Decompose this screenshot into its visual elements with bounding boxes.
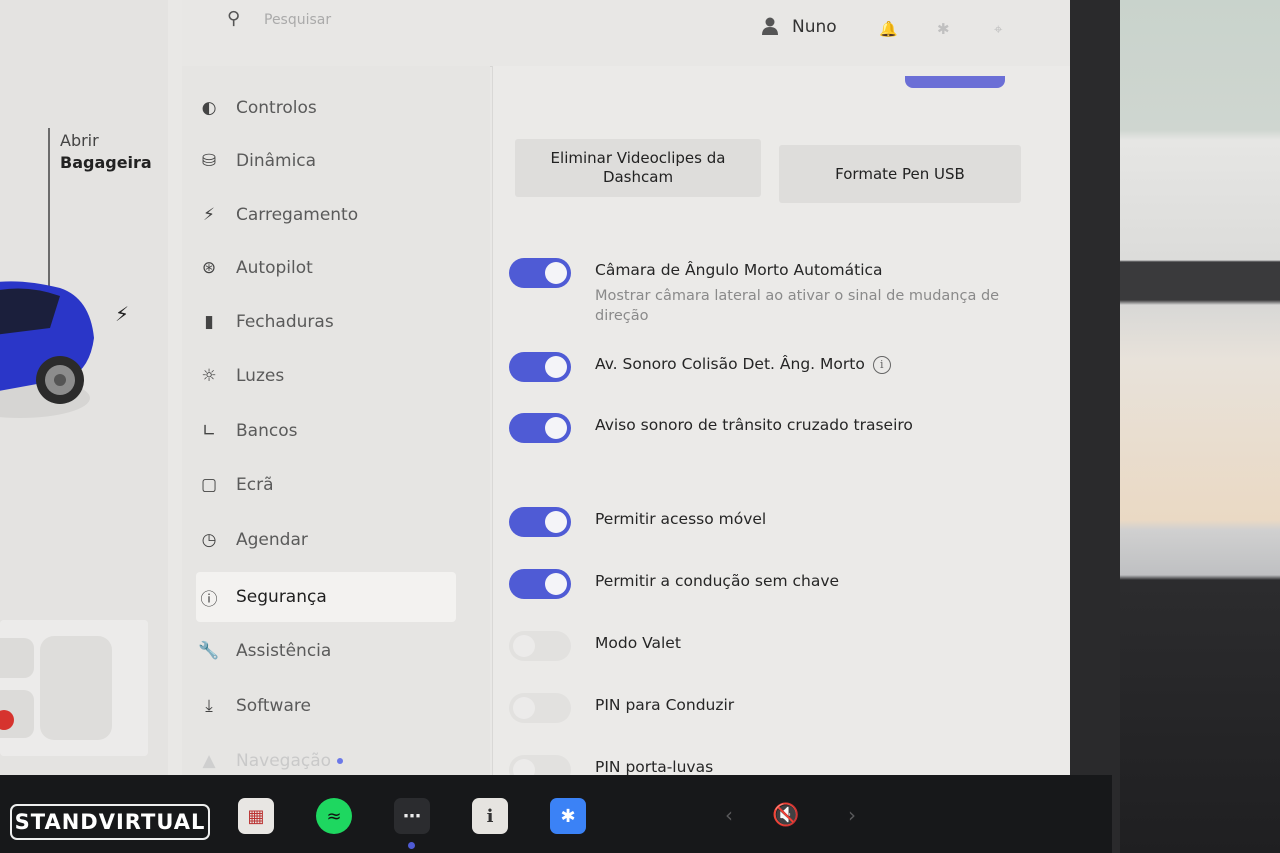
valet-mode-toggle[interactable] xyxy=(509,631,571,661)
sidebar-item-label: Navegação xyxy=(236,751,332,771)
touchscreen: Abrir Bagageira ⚡ ⚲ Nuno 🔔 ✱ xyxy=(0,0,1070,775)
mobile-access-toggle[interactable] xyxy=(509,507,571,537)
sidebar-item-label: Luzes xyxy=(236,366,285,386)
sidebar-item-label: Agendar xyxy=(236,530,308,550)
sidebar-item-software[interactable]: ⤓ Software xyxy=(196,683,456,729)
search-input[interactable] xyxy=(262,8,566,32)
sidebar-item-autopilot[interactable]: ⊛ Autopilot xyxy=(196,245,456,291)
download-icon: ⤓ xyxy=(205,696,213,716)
navigation-icon: ▲ xyxy=(202,751,216,771)
security-settings-panel: Eliminar Videoclipes da Dashcam Formate … xyxy=(492,66,1070,775)
blind-spot-chime-toggle[interactable] xyxy=(509,352,571,382)
car-icon: ⛁ xyxy=(201,151,217,171)
alarm-icon: ◷ xyxy=(201,530,217,550)
setting-label-row: Av. Sonoro Colisão Det. Âng. Morto i xyxy=(595,355,891,374)
alert-circle-icon: ⓘ xyxy=(200,589,218,610)
sidebar-item-dinamica[interactable]: ⛁ Dinâmica xyxy=(196,138,456,184)
glovebox-pin-toggle[interactable] xyxy=(509,755,571,775)
update-dot xyxy=(337,758,344,764)
sidebar-item-agendar[interactable]: ◷ Agendar xyxy=(196,517,456,563)
setting-label: Av. Sonoro Colisão Det. Âng. Morto xyxy=(595,355,865,373)
seat-heater-map[interactable] xyxy=(0,620,148,756)
sidebar-item-fechaduras[interactable]: ▮ Fechaduras xyxy=(196,299,456,345)
format-usb-button[interactable]: Formate Pen USB xyxy=(779,145,1021,203)
volume-muted-icon[interactable]: 🔇 xyxy=(772,803,799,828)
car-panel: Abrir Bagageira ⚡ xyxy=(0,0,168,775)
sidebar-item-label: Bancos xyxy=(236,421,298,441)
sidebar-item-ecra[interactable]: ▢ Ecrã xyxy=(196,462,456,508)
sidebar-item-label: Carregamento xyxy=(236,205,359,225)
setting-label: Permitir acesso móvel xyxy=(595,510,767,528)
setting-label: Permitir a condução sem chave xyxy=(595,572,840,590)
spotify-icon[interactable]: ≈ xyxy=(316,798,352,834)
sidebar-item-label: Assistência xyxy=(236,641,332,661)
lock-icon: ▮ xyxy=(204,312,214,332)
notification-bell-icon[interactable]: 🔔 xyxy=(879,20,898,38)
manual-icon[interactable]: i xyxy=(472,798,508,834)
charge-port-icon[interactable]: ⚡ xyxy=(115,302,129,326)
seat-icon: ∟ xyxy=(201,421,217,441)
light-icon: ☼ xyxy=(201,366,217,386)
sidebar-item-assistencia[interactable]: 🔧 Assistência xyxy=(196,628,456,674)
info-icon[interactable]: i xyxy=(872,355,891,374)
car-window-background xyxy=(1112,0,1280,853)
sidebar-item-controlos[interactable]: ◐ Controlos xyxy=(196,85,456,131)
user-icon[interactable] xyxy=(760,16,780,36)
sidebar-item-label: Autopilot xyxy=(236,258,313,278)
sidebar-item-carregamento[interactable]: ⚡ Carregamento xyxy=(196,192,456,238)
settings-sidebar: ◐ Controlos ⛁ Dinâmica ⚡ Carregamento ⊛ … xyxy=(182,66,490,775)
wifi-icon[interactable]: ⌖ xyxy=(994,20,1002,38)
pin-to-drive-toggle[interactable] xyxy=(509,693,571,723)
open-trunk-button[interactable]: Abrir Bagageira xyxy=(60,130,152,174)
app-dock: STANDVIRTUAL ▦ ≈ ⋯ i ✱ ‹ 🔇 › xyxy=(0,775,1112,853)
setting-label: Modo Valet xyxy=(595,634,681,652)
sidebar-item-label: Controlos xyxy=(236,98,317,118)
setting-label: Câmara de Ângulo Morto Automática xyxy=(595,261,883,279)
more-apps-icon[interactable]: ⋯ xyxy=(394,798,430,834)
sidebar-item-label: Segurança xyxy=(236,587,327,607)
open-trunk-label: Abrir xyxy=(60,131,99,150)
trunk-label: Bagageira xyxy=(60,153,152,172)
sidebar-item-seguranca[interactable]: ⓘ Segurança xyxy=(196,572,456,622)
sidebar-item-bancos[interactable]: ∟ Bancos xyxy=(196,408,456,454)
bluetooth-status-icon[interactable]: ✱ xyxy=(937,20,950,38)
steering-wheel-icon: ⊛ xyxy=(201,258,217,278)
rear-cross-traffic-toggle[interactable] xyxy=(509,413,571,443)
standvirtual-watermark: STANDVIRTUAL xyxy=(10,804,210,840)
setting-label: PIN porta-luvas xyxy=(595,758,714,775)
volume-down-chevron-icon[interactable]: ‹ xyxy=(725,803,733,827)
sidebar-item-label: Ecrã xyxy=(236,475,274,495)
toybox-icon[interactable]: ▦ xyxy=(238,798,274,834)
setting-description: Mostrar câmara lateral ao ativar o sinal… xyxy=(595,288,1000,324)
user-name[interactable]: Nuno xyxy=(792,17,837,37)
wrench-icon: 🔧 xyxy=(198,641,220,661)
bolt-icon: ⚡ xyxy=(203,205,215,225)
setting-label: PIN para Conduzir xyxy=(595,696,735,714)
top-bar: ⚲ Nuno 🔔 ✱ ⌖ xyxy=(182,0,1070,67)
blind-spot-camera-toggle[interactable] xyxy=(509,258,571,288)
scroll-indicator xyxy=(905,76,1005,88)
sidebar-item-label: Dinâmica xyxy=(236,151,317,171)
keyless-driving-toggle[interactable] xyxy=(509,569,571,599)
volume-up-chevron-icon[interactable]: › xyxy=(848,803,856,827)
delete-dashcam-clips-button[interactable]: Eliminar Videoclipes da Dashcam xyxy=(515,139,761,197)
sidebar-item-navegacao[interactable]: ▲ Navegação xyxy=(196,738,456,775)
car-model-image xyxy=(0,281,94,418)
display-icon: ▢ xyxy=(200,475,218,495)
sidebar-item-luzes[interactable]: ☼ Luzes xyxy=(196,353,456,399)
sidebar-item-label: Fechaduras xyxy=(236,312,334,332)
active-app-indicator xyxy=(408,842,415,849)
bluetooth-icon[interactable]: ✱ xyxy=(550,798,586,834)
search-icon[interactable]: ⚲ xyxy=(227,8,240,29)
setting-label: Aviso sonoro de trânsito cruzado traseir… xyxy=(595,416,913,434)
toggle-icon: ◐ xyxy=(201,98,217,118)
sidebar-item-label: Software xyxy=(236,696,311,716)
